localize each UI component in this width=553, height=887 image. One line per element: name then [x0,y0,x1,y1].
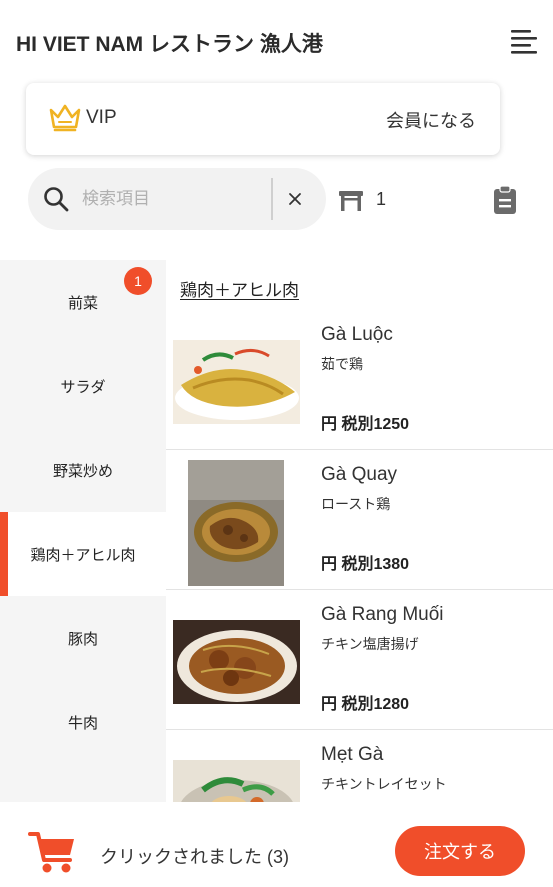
dish-photo [188,460,284,586]
category-beef[interactable]: 牛肉 [0,680,166,764]
order-list-icon[interactable] [492,185,518,215]
clear-search-icon[interactable] [282,186,308,212]
place-order-button[interactable]: 注文する [395,826,525,876]
menu-item[interactable]: Gà Luộc 茹で鶏 円 税別1250 [166,310,553,450]
dish-subtitle: チキン塩唐揚げ [321,636,419,652]
cart-count-text: クリックされました (3) [100,847,289,867]
menu-item[interactable]: Gà Rang Muối チキン塩唐揚げ 円 税別1280 [166,590,553,730]
menu-item[interactable]: Mẹt Gà チキントレイセット [166,730,553,802]
shopping-cart-icon[interactable] [28,830,78,874]
table-number: 1 [376,189,387,209]
category-appetizer[interactable]: 前菜 1 [0,260,166,344]
dish-name: Gà Rang Muối [321,604,444,625]
dish-name: Gà Quay [321,464,398,485]
category-label: 野菜炒め [52,462,113,480]
become-member-button[interactable]: 会員になる [386,107,476,133]
crown-icon [48,101,82,135]
dish-subtitle: チキントレイセット [321,776,447,792]
vip-card[interactable]: VIP 会員になる [26,83,500,155]
dish-price: 円 税別1380 [321,556,410,573]
search-divider [271,178,273,220]
category-label: 前菜 [67,294,98,312]
dish-subtitle: 茹で鶏 [321,356,363,372]
category-sidebar: 前菜 1 サラダ 野菜炒め 鶏肉＋アヒル肉 豚肉 牛肉 [0,260,166,802]
dish-price: 円 税別1250 [321,416,410,433]
dish-photo [173,620,300,704]
category-chicken-duck[interactable]: 鶏肉＋アヒル肉 [0,512,166,596]
search-bar [28,168,326,230]
section-title: 鶏肉＋アヒル肉 [180,281,299,300]
menu-content: 鶏肉＋アヒル肉 Gà Luộc 茹で鶏 円 税別1250 Gà Quay ロース… [166,260,553,802]
dish-photo [173,760,300,802]
restaurant-title: HI VIET NAM レストラン 漁人港 [16,33,323,56]
category-salad[interactable]: サラダ [0,344,166,428]
dish-subtitle: ロースト鶏 [321,496,391,512]
cart-footer: クリックされました (3) 注文する [0,802,553,887]
category-label: 牛肉 [67,714,98,732]
category-stir-fried-vegetables[interactable]: 野菜炒め [0,428,166,512]
app-header: HI VIET NAM レストラン 漁人港 [0,0,553,80]
dish-name: Gà Luộc [321,324,393,345]
category-pork[interactable]: 豚肉 [0,596,166,680]
hamburger-menu-icon[interactable] [508,26,540,56]
search-icon [42,185,70,213]
table-icon [338,187,364,213]
category-count-badge: 1 [124,267,152,295]
search-input[interactable] [82,182,262,216]
vip-label: VIP [86,107,117,128]
dish-name: Mẹt Gà [321,744,384,765]
category-label: 豚肉 [67,630,98,648]
dish-photo [173,340,300,424]
category-label: 鶏肉＋アヒル肉 [30,546,136,564]
menu-item[interactable]: Gà Quay ロースト鶏 円 税別1380 [166,450,553,590]
category-label: サラダ [60,378,106,396]
dish-price: 円 税別1280 [321,696,410,713]
